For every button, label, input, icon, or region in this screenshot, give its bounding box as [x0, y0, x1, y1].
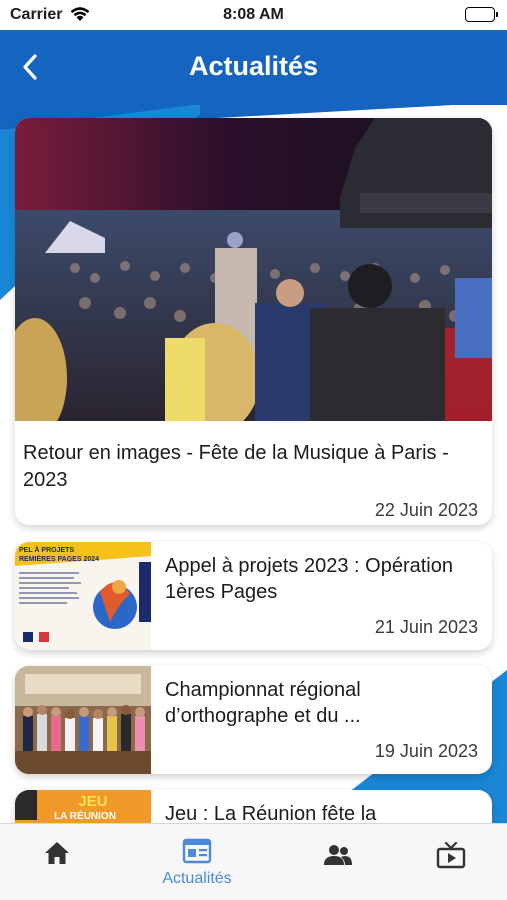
- concert-crowd-photo: [15, 118, 492, 421]
- battery-icon: [465, 7, 498, 22]
- clock: 8:08 AM: [223, 6, 284, 23]
- tab-people[interactable]: [275, 824, 401, 900]
- tab-home[interactable]: [0, 824, 120, 900]
- featured-news-date: 22 Juin 2023: [374, 500, 478, 520]
- news-title: Appel à projets 2023 : Opération 1ères P…: [165, 555, 453, 603]
- poster-thumbnail: PEL À PROJETS REMIÈRES PAGES 2024: [15, 542, 151, 650]
- news-card[interactable]: Championnat régional d’orthographe et du…: [15, 666, 492, 774]
- tab-bar: Actualités: [0, 823, 507, 900]
- tab-actualites[interactable]: Actualités: [134, 824, 260, 900]
- svg-text:PEL À PROJETS: PEL À PROJETS: [19, 545, 74, 554]
- svg-text:JEU: JEU: [78, 793, 107, 810]
- app-header: Actualités: [0, 30, 507, 105]
- news-list[interactable]: Retour en images - Fête de la Musique à …: [0, 105, 507, 823]
- news-card[interactable]: JEU LA RÉUNION Jeu : La Réunion fête la: [15, 790, 492, 823]
- tab-video[interactable]: [388, 824, 507, 900]
- svg-text:LA RÉUNION: LA RÉUNION: [54, 809, 116, 822]
- news-date: 21 Juin 2023: [374, 617, 478, 637]
- jeu-poster-thumbnail: JEU LA RÉUNION: [15, 790, 151, 823]
- newspaper-icon: [182, 838, 212, 869]
- news-card[interactable]: PEL À PROJETS REMIÈRES PAGES 2024 Appel …: [15, 542, 492, 650]
- people-icon: [323, 844, 353, 871]
- group-photo-thumbnail: [15, 666, 151, 774]
- news-date: 19 Juin 2023: [374, 741, 478, 761]
- tab-actualites-label: Actualités: [162, 870, 232, 887]
- svg-text:REMIÈRES PAGES 2024: REMIÈRES PAGES 2024: [19, 554, 99, 563]
- news-title: Jeu : La Réunion fête la: [165, 803, 377, 823]
- status-bar: Carrier 8:08 AM: [0, 0, 507, 30]
- news-title: Championnat régional d’orthographe et du…: [165, 679, 361, 727]
- home-icon: [43, 840, 71, 871]
- featured-news-card[interactable]: Retour en images - Fête de la Musique à …: [15, 118, 492, 525]
- featured-news-title: Retour en images - Fête de la Musique à …: [23, 442, 449, 491]
- tv-play-icon: [436, 841, 466, 874]
- page-title: Actualités: [188, 51, 319, 81]
